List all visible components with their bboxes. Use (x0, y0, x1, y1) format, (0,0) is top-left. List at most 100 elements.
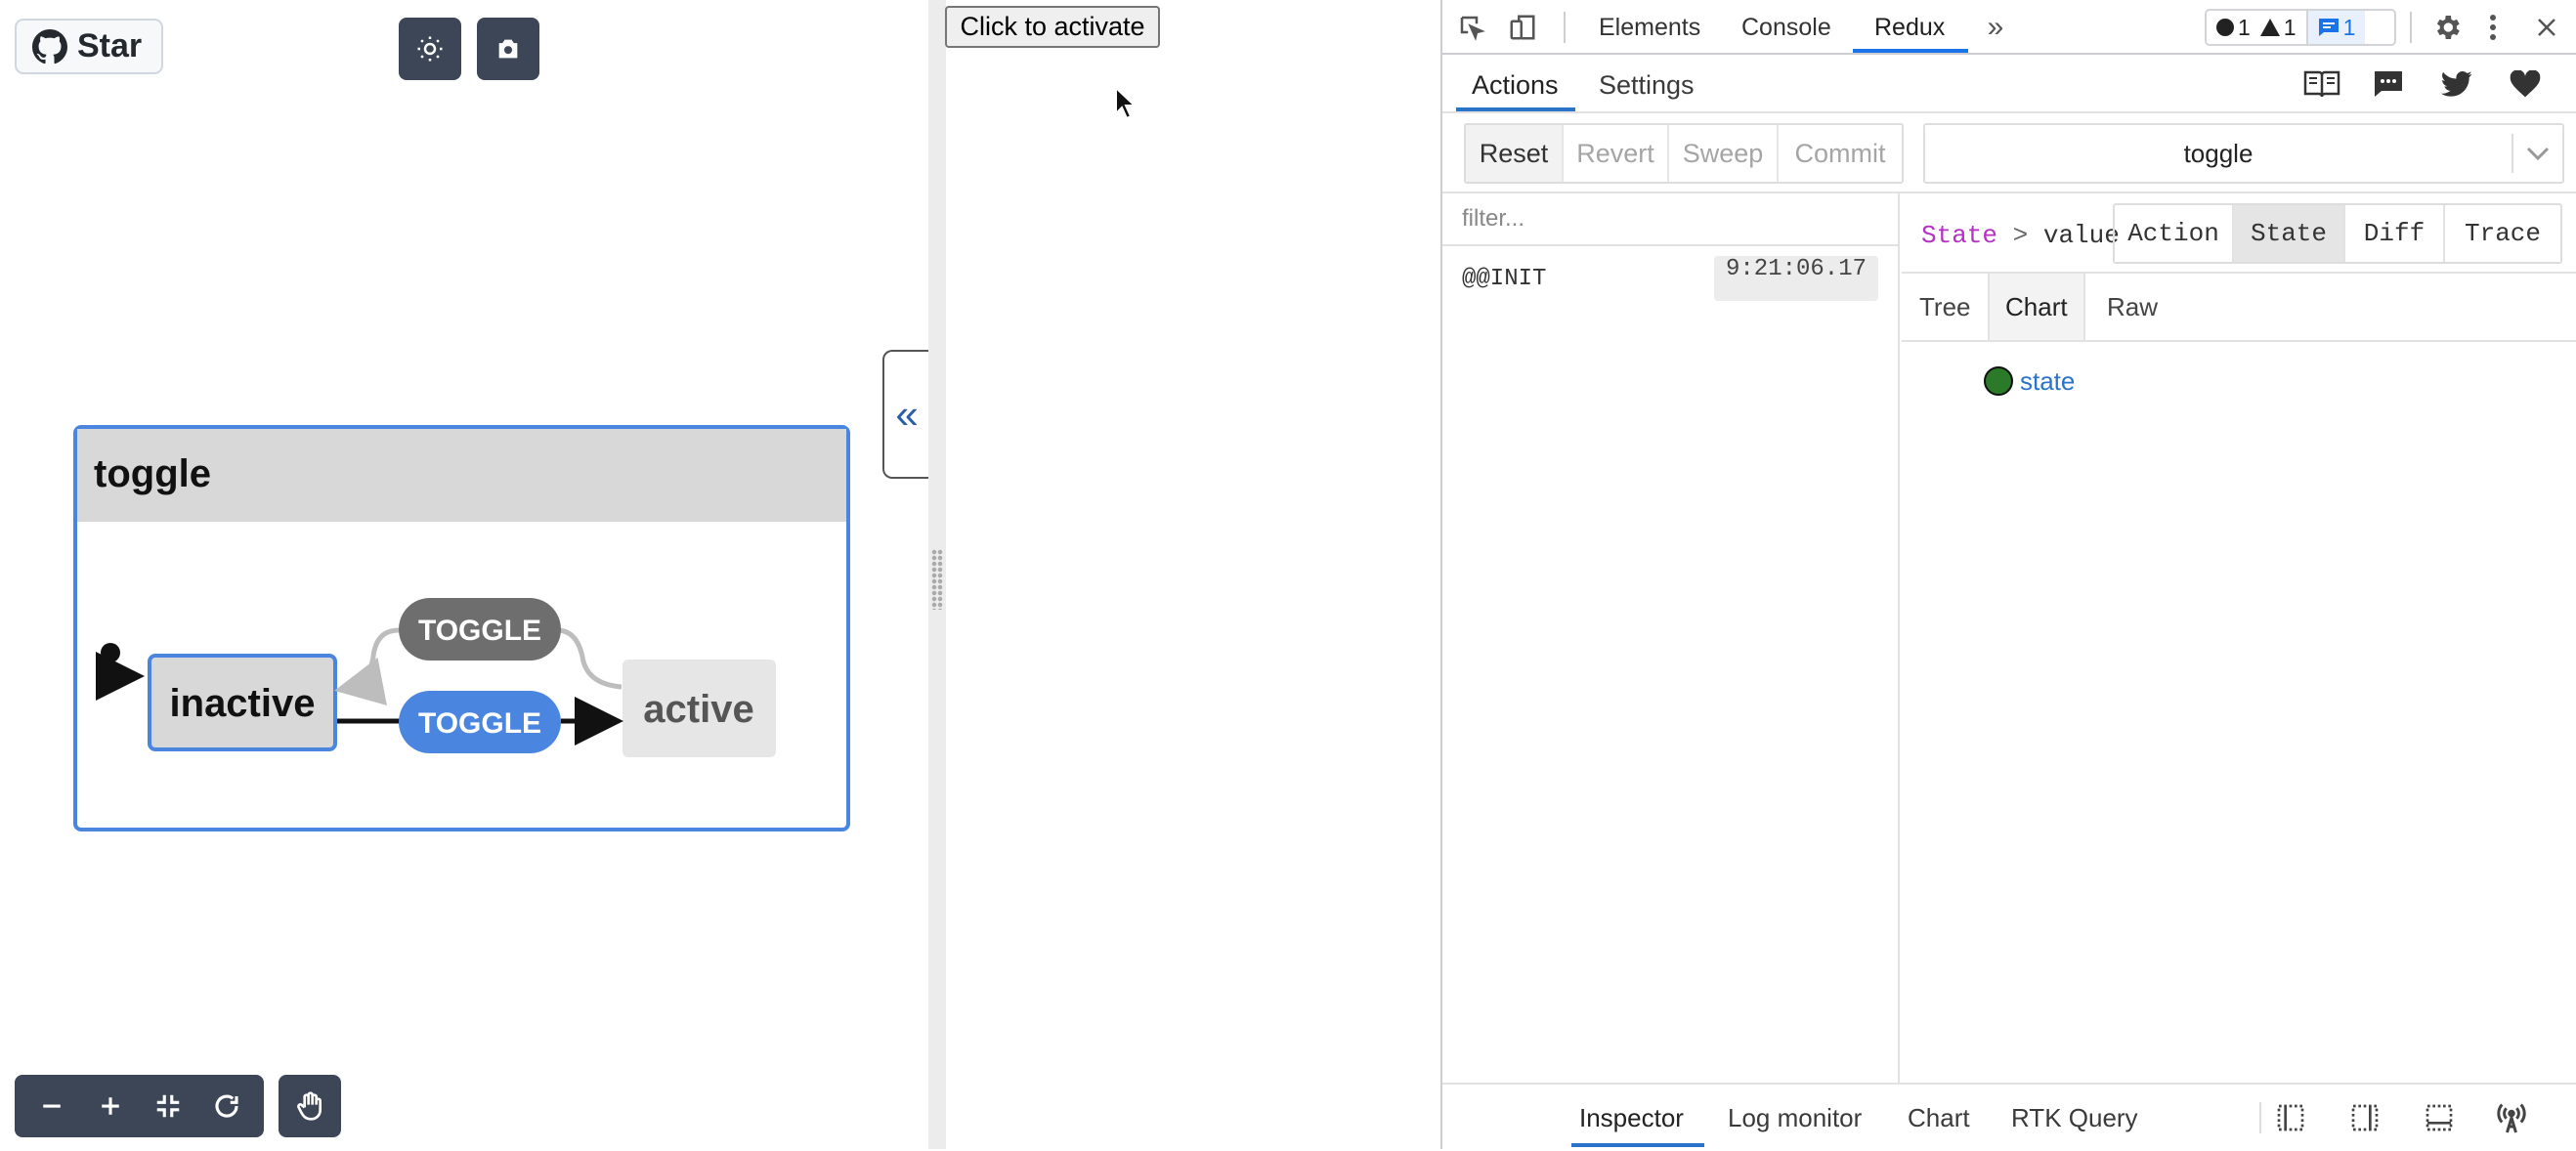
zoom-out-icon[interactable] (37, 1091, 66, 1121)
tab-raw[interactable]: Raw (2091, 274, 2173, 340)
warning-count-value: 1 (2283, 14, 2297, 40)
tab-action[interactable]: Action (2115, 205, 2234, 262)
state-node-inactive[interactable]: inactive (148, 654, 337, 751)
hand-icon (297, 1091, 322, 1121)
heart-icon[interactable] (2506, 64, 2545, 104)
collapse-panel-button[interactable]: « (882, 350, 929, 479)
message-count-value: 1 (2342, 14, 2356, 40)
inspector-view-tabs: Tree Chart Raw (1902, 274, 2576, 342)
chevron-down-icon (2513, 147, 2562, 160)
tab-chart[interactable]: Chart (1988, 274, 2085, 340)
message-icon (2318, 19, 2339, 36)
pan-mode-button[interactable] (279, 1075, 341, 1137)
more-options-icon[interactable] (2478, 8, 2508, 47)
tab-log-monitor[interactable]: Log monitor (1728, 1085, 1862, 1151)
splitter-grip-icon[interactable] (931, 549, 943, 610)
state-label-active: active (643, 688, 753, 731)
toolbar-divider (2410, 12, 2412, 43)
machine-diagram: toggle inactive active TOGGLE TOGGLE (73, 425, 850, 831)
mouse-cursor-icon (1115, 86, 1138, 120)
state-node-circle[interactable] (1984, 366, 2013, 396)
action-list-pane: filter... @@INIT 9:21:06.17 (1442, 193, 1900, 1083)
breadcrumb-root[interactable]: State (1921, 221, 1997, 250)
state-node-label: state (2020, 366, 2075, 396)
tab-inspector[interactable]: Inspector (1579, 1085, 1684, 1151)
instance-select[interactable]: toggle (1923, 123, 2564, 184)
state-label-inactive: inactive (170, 682, 316, 725)
action-list-item[interactable]: @@INIT 9:21:06.17 (1442, 246, 1898, 315)
inspector-header: State > value Action State Diff Trace (1902, 193, 2576, 274)
statechart-visualizer: Star toggle inactive active TOGGLE TOGGL… (0, 0, 929, 1149)
toolbar-divider (2259, 1102, 2261, 1133)
error-icon (2216, 19, 2234, 36)
chevron-double-right-icon[interactable]: » (1978, 10, 2013, 45)
state-inspector: State > value Action State Diff Trace Tr… (1902, 193, 2576, 1083)
chevron-double-left-icon: « (895, 391, 919, 437)
dock-bottom-icon[interactable] (2420, 1098, 2459, 1137)
tab-chart-monitor[interactable]: Chart (1908, 1085, 1970, 1151)
tab-diff[interactable]: Diff (2345, 205, 2445, 262)
reset-button[interactable]: Reset (1466, 125, 1564, 182)
dock-right-icon[interactable] (2345, 1098, 2384, 1137)
state-node-active[interactable]: active (623, 660, 776, 757)
event-label-upper: TOGGLE (418, 615, 541, 647)
event-toggle-lower[interactable]: TOGGLE (399, 691, 561, 753)
twitter-icon[interactable] (2437, 64, 2476, 104)
redux-controls: Reset Revert Sweep Commit toggle (1442, 113, 2576, 193)
active-tab-indicator (1456, 107, 1575, 111)
gear-icon[interactable] (2427, 8, 2467, 47)
reset-view-icon[interactable] (212, 1091, 241, 1121)
tab-tree[interactable]: Tree (1904, 274, 1987, 340)
close-icon[interactable] (2527, 8, 2566, 47)
inspector-mode-tabs: Action State Diff Trace (2113, 203, 2562, 264)
tab-elements[interactable]: Elements (1599, 0, 1700, 53)
dock-left-icon[interactable] (2271, 1098, 2310, 1137)
state-chart: state (1902, 342, 2576, 1083)
filter-input[interactable]: filter... (1442, 193, 1898, 246)
monitor-tabs: Inspector Log monitor Chart RTK Query (1442, 1083, 2576, 1149)
redux-header: Actions Settings (1442, 55, 2576, 113)
zoom-controls (15, 1075, 264, 1137)
tab-trace[interactable]: Trace (2445, 205, 2560, 262)
event-toggle-upper[interactable]: TOGGLE (399, 598, 561, 661)
breadcrumb-leaf: value (2042, 221, 2120, 250)
devtools-toolbar: Elements Console Redux » 1 1 1 (1442, 0, 2576, 55)
warning-icon (2259, 19, 2280, 36)
documentation-icon[interactable] (2300, 64, 2343, 104)
tab-settings[interactable]: Settings (1599, 55, 1695, 113)
error-count: 1 (2207, 11, 2260, 44)
action-timestamp: 9:21:06.17 (1714, 256, 1878, 301)
event-label-lower: TOGGLE (418, 707, 541, 740)
instance-select-value: toggle (2183, 138, 2254, 168)
remote-connection-icon[interactable] (2490, 1096, 2533, 1139)
activate-button[interactable]: Click to activate (945, 6, 1160, 48)
error-count-value: 1 (2238, 14, 2251, 40)
tab-console[interactable]: Console (1741, 0, 1831, 53)
revert-button[interactable]: Revert (1564, 125, 1669, 182)
issue-counters[interactable]: 1 1 1 (2205, 9, 2396, 46)
state-tree-graph: state (1984, 366, 2075, 396)
toolbar-divider (1564, 12, 1566, 43)
app-preview (946, 0, 1440, 1149)
active-tab-indicator (1853, 49, 1968, 53)
commit-button[interactable]: Commit (1779, 125, 1902, 182)
tab-state[interactable]: State (2234, 205, 2345, 262)
tab-actions[interactable]: Actions (1472, 55, 1559, 113)
machine-title: toggle (94, 452, 211, 495)
devtools-panel: Elements Console Redux » 1 1 1 Actions S… (1440, 0, 2576, 1149)
breadcrumb-separator: > (2012, 221, 2029, 250)
zoom-in-icon[interactable] (96, 1091, 125, 1121)
action-name: @@INIT (1462, 266, 1547, 292)
tab-redux[interactable]: Redux (1874, 0, 1945, 53)
active-tab-indicator (1571, 1143, 1704, 1147)
sweep-button[interactable]: Sweep (1669, 125, 1779, 182)
message-count: 1 (2305, 11, 2366, 44)
device-toolbar-icon[interactable] (1503, 10, 1542, 45)
warning-count: 1 (2259, 11, 2306, 44)
history-buttons: Reset Revert Sweep Commit (1464, 123, 1904, 184)
fit-to-view-icon[interactable] (153, 1091, 183, 1121)
tab-rtk-query[interactable]: RTK Query (2011, 1085, 2138, 1151)
feedback-icon[interactable] (2369, 64, 2408, 104)
breadcrumb: State > value (1921, 221, 2120, 250)
inspect-element-icon[interactable] (1452, 10, 1491, 45)
